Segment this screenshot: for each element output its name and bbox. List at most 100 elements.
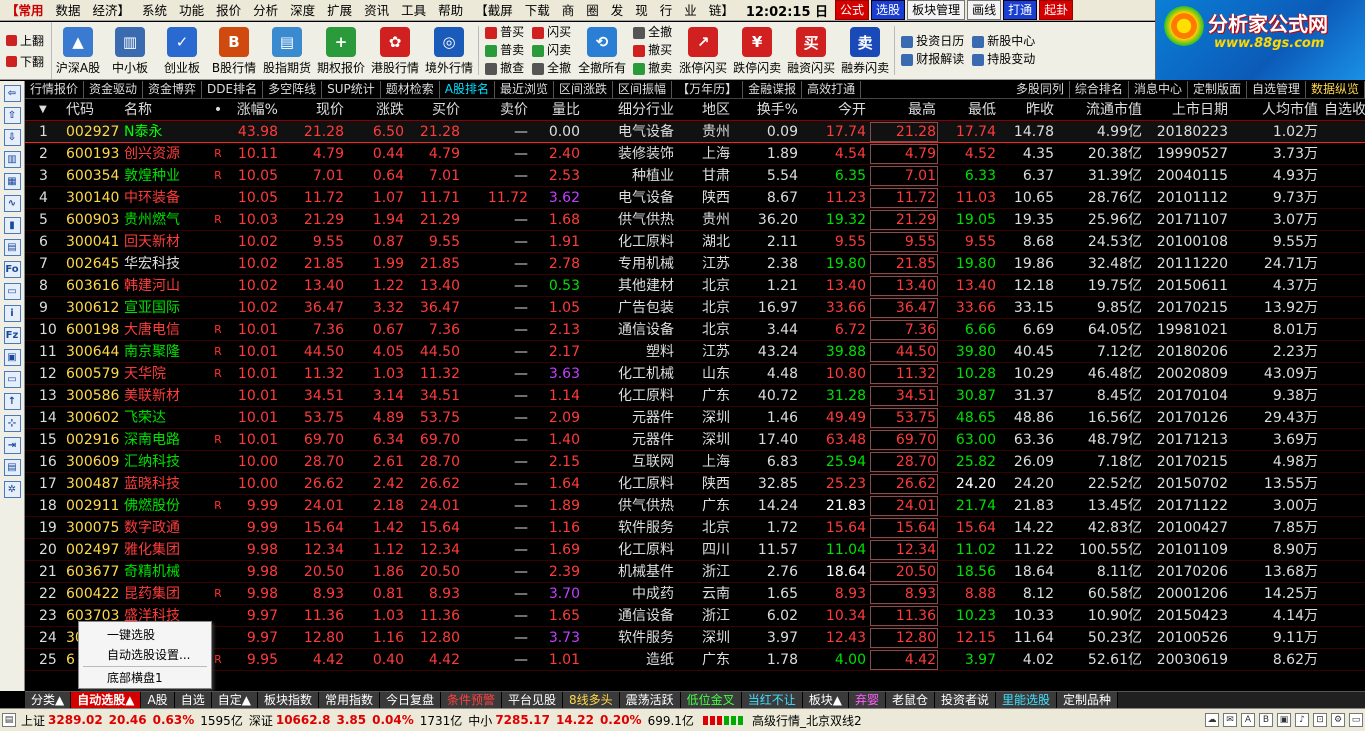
bottom-tab-8[interactable]: 条件预警: [440, 692, 502, 708]
table-row[interactable]: 9 300612 宣亚国际 10.02 36.47 3.32 36.47 — 1.05 广告包装 北…: [25, 297, 1365, 319]
bottom-tab-15[interactable]: 弃婴: [848, 692, 886, 708]
book-icon[interactable]: ▣: [3, 349, 21, 366]
bottom-tab-12[interactable]: 低位金叉: [680, 692, 742, 708]
bottom-tab-1[interactable]: 自动选股▲: [71, 692, 142, 708]
table-row[interactable]: 25 6 R 9.95 4.42 0.40 4.42—1.01 造纸 广东 1.78 4.00 4.4…: [25, 649, 1365, 671]
table-row[interactable]: 14 300602 飞荣达 10.01 53.75 4.89 53.75 — 2.09 元器件 深圳…: [25, 407, 1365, 429]
header-price[interactable]: 现价: [281, 99, 347, 121]
subtab-5[interactable]: SUP统计: [322, 81, 381, 98]
page-up-button[interactable]: 上翻: [6, 32, 51, 49]
text-icon[interactable]: A: [1241, 713, 1255, 727]
header-prev-close[interactable]: 昨收: [999, 99, 1057, 121]
menu-item-14[interactable]: 商: [556, 0, 581, 20]
table-row[interactable]: 8 603616 韩建河山 10.02 13.40 1.22 13.40 — 0.53 其他建材 北…: [25, 275, 1365, 297]
table-row[interactable]: 16 300609 汇纳科技 10.00 28.70 2.61 28.70 — 2.15 互联网 上…: [25, 451, 1365, 473]
cloud-icon[interactable]: ☁: [1205, 713, 1219, 727]
grid2-item-1[interactable]: 闪卖: [532, 42, 571, 59]
menu-tag-2[interactable]: 板块管理: [907, 0, 966, 20]
bottom-tab-18[interactable]: 里能选股: [995, 692, 1057, 708]
bottom-tab-17[interactable]: 投资者说: [934, 692, 996, 708]
table-row[interactable]: 4 300140 中环装备 10.05 11.72 1.07 11.71 11.72 3.62 电…: [25, 187, 1365, 209]
document-icon[interactable]: ▤: [3, 239, 21, 256]
subtab-9[interactable]: 区间涨跌: [554, 81, 614, 98]
subtab-right-1[interactable]: 综合排名: [1070, 81, 1129, 98]
right-item-2[interactable]: 财报解读: [901, 51, 964, 68]
header-name[interactable]: 名称: [121, 99, 211, 121]
f10-icon[interactable]: ▭: [3, 283, 21, 300]
grid2-item-2[interactable]: 全撤: [532, 60, 571, 77]
header-open[interactable]: 今开: [801, 99, 869, 121]
bottom-tab-11[interactable]: 震荡活跃: [619, 692, 681, 708]
bottom-tab-7[interactable]: 今日复盘: [379, 692, 441, 708]
header-high[interactable]: 最高: [869, 99, 939, 121]
table-row[interactable]: 15 002916 深南电路 R 10.01 69.70 6.34 69.70 — 1.40 元器件…: [25, 429, 1365, 451]
import-icon[interactable]: ⇥: [3, 437, 21, 454]
cancel-all-button[interactable]: ⟲ 全撤所有: [575, 22, 629, 79]
menu-item-5[interactable]: 报价: [210, 0, 247, 20]
menu-tag-1[interactable]: 选股: [871, 0, 906, 20]
menu-tag-4[interactable]: 打通: [1003, 0, 1038, 20]
right-item-1[interactable]: 新股中心: [972, 33, 1035, 50]
subtab-11[interactable]: 【万年历】: [672, 81, 744, 98]
flash-button-1[interactable]: ¥ 跌停闪卖: [730, 22, 784, 79]
header-list-date[interactable]: 上市日期: [1145, 99, 1231, 121]
bottom-tab-14[interactable]: 板块▲: [802, 692, 849, 708]
menu-item-4[interactable]: 功能: [173, 0, 210, 20]
menu-item-8[interactable]: 扩展: [321, 0, 358, 20]
table-row[interactable]: 7 002645 华宏科技 10.02 21.85 1.99 21.85 — 2.78 专用机械 江…: [25, 253, 1365, 275]
subtab-7[interactable]: A股排名: [440, 81, 496, 98]
table-row[interactable]: 20 002497 雅化集团 9.98 12.34 1.12 12.34 — 1.69 化工原料 四…: [25, 539, 1365, 561]
flash-button-0[interactable]: ↗ 涨停闪买: [676, 22, 730, 79]
image-icon[interactable]: ▣: [1277, 713, 1291, 727]
subtab-right-2[interactable]: 消息中心: [1129, 81, 1188, 98]
subtab-1[interactable]: 资金驱动: [84, 81, 144, 98]
subtab-2[interactable]: 资金博弈: [143, 81, 203, 98]
menu-item-15[interactable]: 圈: [580, 0, 605, 20]
header-sort-icon[interactable]: ▼: [25, 99, 63, 121]
subtab-4[interactable]: 多空阵线: [263, 81, 323, 98]
header-area[interactable]: 地区: [677, 99, 733, 121]
menu-item-auto-select-settings[interactable]: 自动选股设置...: [79, 645, 211, 665]
page-down-button[interactable]: 下翻: [6, 53, 51, 70]
back-icon[interactable]: ⇦: [3, 85, 21, 102]
menu-item-20[interactable]: 链】: [703, 0, 740, 20]
table-row[interactable]: 243009.9712.801.1612.80—3.73软件服务深圳3.9712…: [25, 627, 1365, 649]
grid3-item-0[interactable]: 全撤: [633, 24, 672, 41]
subtab-13[interactable]: 高效打通: [802, 81, 862, 98]
subtab-8[interactable]: 最近浏览: [495, 81, 555, 98]
down-arrow-icon[interactable]: ⇩: [3, 129, 21, 146]
table-row[interactable]: 21 603677 奇精机械 9.98 20.50 1.86 20.50 — 2.39 机械基件 浙…: [25, 561, 1365, 583]
table-row[interactable]: 1 002927 N泰永 43.98 21.28 6.50 21.28 — 0.00 电气设备 贵州…: [25, 121, 1365, 143]
market-button-7[interactable]: ◎ 境外行情: [422, 22, 476, 79]
menu-item-18[interactable]: 行: [654, 0, 679, 20]
menu-item-2[interactable]: 经济】: [87, 0, 137, 20]
candles-icon[interactable]: ▮: [3, 217, 21, 234]
subtab-right-0[interactable]: 多股同列: [1011, 81, 1070, 98]
header-ask[interactable]: 卖价: [463, 99, 531, 121]
menu-item-19[interactable]: 业: [678, 0, 703, 20]
bottom-tab-5[interactable]: 板块指数: [257, 692, 319, 708]
bold-icon[interactable]: B: [1259, 713, 1273, 727]
market-button-5[interactable]: + 期权报价: [314, 22, 368, 79]
grid-icon[interactable]: ▦: [3, 173, 21, 190]
market-button-4[interactable]: ▤ 股指期货: [260, 22, 314, 79]
gear-icon[interactable]: ✲: [3, 481, 21, 498]
menu-item-10[interactable]: 工具: [395, 0, 432, 20]
rise-icon[interactable]: ↑: [3, 393, 21, 410]
bottom-tab-9[interactable]: 平台见股: [502, 692, 564, 708]
menu-item-12[interactable]: 【截屏: [469, 0, 519, 20]
fiz-icon[interactable]: Fz: [3, 327, 21, 344]
up-arrow-icon[interactable]: ⇧: [3, 107, 21, 124]
bottom-tab-0[interactable]: 分类▲: [25, 692, 72, 708]
grid3-item-1[interactable]: 撤买: [633, 42, 672, 59]
menu-item-6[interactable]: 分析: [247, 0, 284, 20]
market-button-3[interactable]: B B股行情: [208, 22, 260, 79]
settings-icon[interactable]: ⚙: [1331, 713, 1345, 727]
bottom-tab-3[interactable]: 自选: [174, 692, 212, 708]
header-industry[interactable]: 细分行业: [583, 99, 677, 121]
grid1-item-0[interactable]: 普买: [485, 24, 524, 41]
header-ratio[interactable]: 量比: [531, 99, 583, 121]
crosshair-icon[interactable]: ⊹: [3, 415, 21, 432]
header-bid[interactable]: 买价: [407, 99, 463, 121]
bottom-tab-16[interactable]: 老鼠仓: [885, 692, 935, 708]
